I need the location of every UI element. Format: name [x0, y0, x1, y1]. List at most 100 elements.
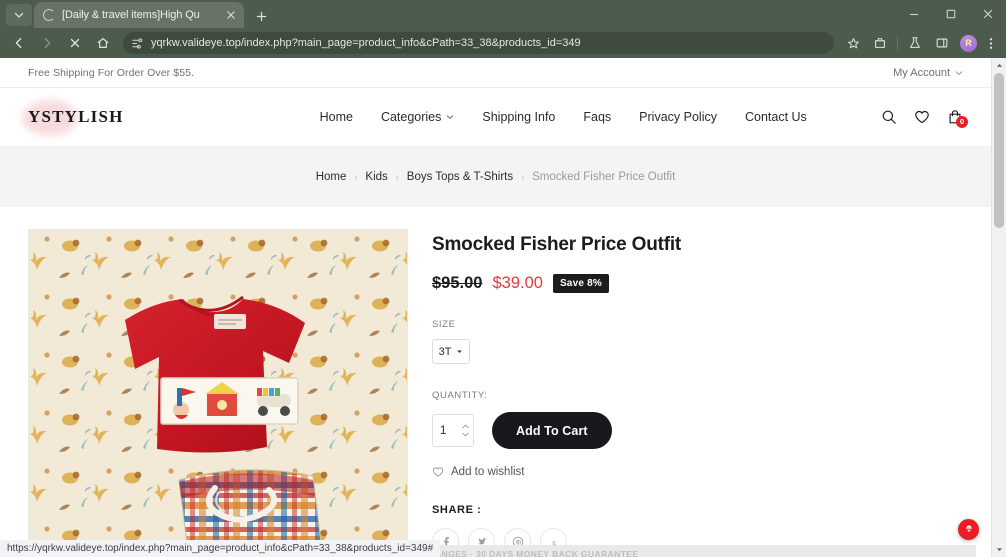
web-page: Free Shipping For Order Over $55. My Acc… — [0, 58, 991, 557]
tab-strip: [Daily & travel items]High Qu — [0, 0, 1006, 28]
heart-icon — [432, 466, 444, 478]
chevron-down-icon — [446, 113, 454, 121]
cart-button[interactable]: 0 — [947, 109, 963, 125]
scroll-up-button[interactable] — [992, 58, 1006, 73]
search-button[interactable] — [881, 109, 897, 125]
tab-search-button[interactable] — [6, 4, 32, 26]
size-select[interactable]: 3T — [432, 339, 470, 364]
star-icon — [847, 37, 860, 50]
product-gallery — [28, 229, 408, 557]
more-vertical-icon — [989, 36, 993, 51]
scroll-down-button[interactable] — [992, 542, 1006, 557]
product-photo-illustration — [29, 230, 408, 557]
tab-close-button[interactable] — [223, 8, 238, 23]
nav-item-faqs[interactable]: Faqs — [583, 110, 611, 124]
profile-avatar[interactable]: R — [960, 35, 977, 52]
side-panel-button[interactable] — [929, 30, 955, 56]
add-to-wishlist-link[interactable]: Add to wishlist — [432, 466, 963, 478]
breadcrumb-separator: › — [521, 172, 524, 182]
sidebar-icon — [935, 36, 949, 50]
save-to-drive-button[interactable] — [867, 30, 893, 56]
nav-item-categories[interactable]: Categories — [381, 110, 454, 124]
heart-icon — [914, 109, 930, 125]
product-title: Smocked Fisher Price Outfit — [432, 234, 963, 256]
maximize-button[interactable] — [932, 0, 969, 28]
size-value: 3T — [439, 346, 452, 358]
home-icon — [96, 36, 110, 50]
close-window-button[interactable] — [969, 0, 1006, 28]
header-icon-group: 0 — [881, 109, 963, 125]
window-controls — [895, 0, 1006, 28]
size-label: SIZE — [432, 319, 963, 330]
breadcrumb: Home › Kids › Boys Tops & T-Shirts › Smo… — [316, 171, 676, 183]
nav-label: Privacy Policy — [639, 110, 717, 124]
site-logo[interactable]: YSTYLISH — [28, 107, 124, 127]
breadcrumb-bar: Home › Kids › Boys Tops & T-Shirts › Smo… — [0, 147, 991, 207]
chat-widget-button[interactable] — [958, 519, 979, 540]
arrow-right-icon — [40, 36, 54, 50]
loading-spinner-icon — [43, 9, 55, 21]
nav-label: Home — [320, 110, 353, 124]
breadcrumb-separator: › — [396, 172, 399, 182]
nav-item-contact-us[interactable]: Contact Us — [745, 110, 807, 124]
arrow-left-icon — [12, 36, 26, 50]
product-details: Smocked Fisher Price Outfit $95.00 $39.0… — [432, 229, 963, 557]
nav-item-privacy-policy[interactable]: Privacy Policy — [639, 110, 717, 124]
product-image[interactable] — [28, 229, 408, 557]
wishlist-button[interactable] — [914, 109, 930, 125]
shipping-message: Free Shipping For Order Over $55. — [28, 67, 194, 79]
lab-experiments-button[interactable] — [902, 30, 928, 56]
announcement-bar: Free Shipping For Order Over $55. My Acc… — [0, 58, 991, 88]
breadcrumb-item-current: Smocked Fisher Price Outfit — [532, 171, 675, 183]
page-scrollbar[interactable] — [991, 58, 1006, 557]
nav-label: Faqs — [583, 110, 611, 124]
add-to-cart-button[interactable]: Add To Cart — [492, 412, 612, 449]
logo-container[interactable]: YSTYLISH — [28, 107, 124, 127]
browser-window: [Daily & travel items]High Qu — [0, 0, 1006, 557]
quantity-value: 1 — [440, 425, 462, 437]
stepper-up-icon[interactable] — [462, 424, 469, 429]
breadcrumb-separator: › — [354, 172, 357, 182]
quantity-stepper[interactable]: 1 — [432, 414, 474, 447]
close-icon — [983, 9, 993, 19]
nav-item-shipping-info[interactable]: Shipping Info — [482, 110, 555, 124]
scrollbar-track[interactable] — [992, 73, 1006, 542]
chevron-down-icon — [14, 10, 24, 20]
minimize-button[interactable] — [895, 0, 932, 28]
my-account-menu[interactable]: My Account — [893, 67, 963, 79]
page-viewport: Free Shipping For Order Over $55. My Acc… — [0, 58, 1006, 557]
home-button[interactable] — [90, 30, 116, 56]
close-icon — [227, 11, 235, 19]
new-tab-button[interactable] — [248, 4, 274, 28]
chevron-up-icon — [996, 62, 1003, 69]
nav-item-home[interactable]: Home — [320, 110, 353, 124]
breadcrumb-item-home[interactable]: Home — [316, 171, 347, 183]
forward-button[interactable] — [34, 30, 60, 56]
browser-tab[interactable]: [Daily & travel items]High Qu — [34, 2, 244, 28]
site-header: YSTYLISH Home Categories Shipping Info — [0, 88, 991, 147]
chevron-down-icon — [456, 348, 463, 355]
search-icon — [881, 109, 897, 125]
back-button[interactable] — [6, 30, 32, 56]
stop-loading-button[interactable] — [62, 30, 88, 56]
close-icon — [68, 36, 82, 50]
minimize-icon — [909, 9, 919, 19]
share-label: SHARE : — [432, 504, 963, 516]
mail-pin-icon — [963, 524, 975, 536]
sale-price: $39.00 — [492, 274, 542, 293]
breadcrumb-item-kids[interactable]: Kids — [365, 171, 387, 183]
chrome-menu-button[interactable] — [982, 31, 1000, 55]
plus-icon — [256, 11, 267, 22]
tab-title: [Daily & travel items]High Qu — [62, 9, 216, 21]
nav-label: Shipping Info — [482, 110, 555, 124]
breadcrumb-item-boys-tops[interactable]: Boys Tops & T-Shirts — [407, 171, 513, 183]
bookmark-button[interactable] — [841, 31, 865, 55]
scrollbar-thumb[interactable] — [994, 73, 1004, 228]
chevron-down-icon — [996, 546, 1003, 553]
main-navigation: Home Categories Shipping Info Faqs — [320, 110, 807, 124]
status-bar: https://yqrkw.valideye.top/index.php?mai… — [0, 540, 440, 557]
stepper-down-icon[interactable] — [462, 432, 469, 437]
product-section: Smocked Fisher Price Outfit $95.00 $39.0… — [0, 207, 991, 557]
nav-label: Contact Us — [745, 110, 807, 124]
address-bar[interactable]: yqrkw.valideye.top/index.php?main_page=p… — [123, 32, 834, 54]
